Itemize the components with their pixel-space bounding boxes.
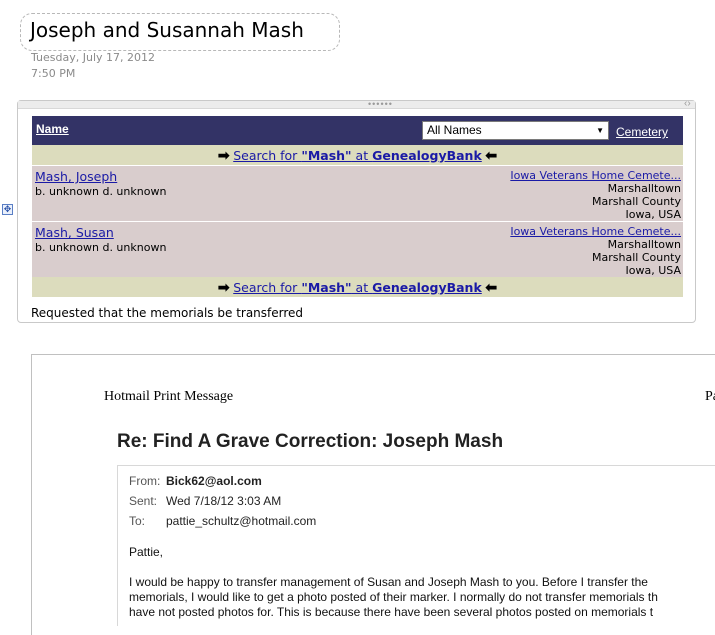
memorial-dates: b. unknown d. unknown: [35, 185, 167, 198]
email-greeting: Pattie,: [129, 545, 164, 559]
memorial-name-link[interactable]: Mash, Joseph: [35, 169, 117, 184]
arrow-left-icon: ⬅: [485, 279, 498, 295]
print-page-label: Pa: [705, 389, 715, 404]
table-row: Mash, Joseph b. unknown d. unknown Iowa …: [32, 165, 683, 221]
page-title[interactable]: Joseph and Susannah Mash: [30, 18, 304, 42]
cemetery-link[interactable]: Iowa Veterans Home Cemete...: [510, 169, 681, 182]
cemetery-state: Iowa, USA: [625, 208, 681, 221]
sent-value: Wed 7/18/12 3:03 AM: [166, 494, 282, 508]
cemetery-sort-link[interactable]: Cemetery: [616, 125, 668, 139]
drag-dots-icon: ••••••: [368, 99, 393, 109]
cemetery-county: Marshall County: [592, 195, 681, 208]
name-sort-link[interactable]: Name: [36, 122, 69, 136]
from-label: From:: [129, 474, 161, 488]
memorial-name-link[interactable]: Mash, Susan: [35, 225, 114, 240]
chevron-down-icon: ▼: [596, 126, 604, 135]
arrow-right-icon: ➡: [217, 279, 230, 295]
cemetery-link[interactable]: Iowa Veterans Home Cemete...: [510, 225, 681, 238]
from-value: Bick62@aol.com: [166, 474, 262, 488]
name-filter-select[interactable]: All Names ▼: [422, 121, 609, 140]
genealogybank-search-link[interactable]: Search for "Mash" at GenealogyBank: [233, 280, 482, 295]
email-body-line: memorials, I would like to get a photo p…: [129, 590, 658, 604]
email-body-line: I would be happy to transfer management …: [129, 575, 648, 589]
email-subject: Re: Find A Grave Correction: Joseph Mash: [117, 431, 504, 452]
genealogybank-search-link[interactable]: Search for "Mash" at GenealogyBank: [233, 148, 482, 163]
to-value: pattie_schultz@hotmail.com: [166, 514, 317, 528]
cemetery-city: Marshalltown: [607, 238, 681, 251]
genealogybank-search-row: ➡ Search for "Mash" at GenealogyBank ⬅: [32, 277, 683, 297]
arrow-right-icon: ➡: [217, 147, 230, 163]
table-row: Mash, Susan b. unknown d. unknown Iowa V…: [32, 221, 683, 277]
name-filter-value: All Names: [427, 123, 482, 137]
memorial-dates: b. unknown d. unknown: [35, 241, 167, 254]
container-drag-handle[interactable]: •••••• ‹›: [18, 98, 695, 109]
note-date: Tuesday, July 17, 2012: [31, 51, 156, 64]
to-label: To:: [129, 514, 146, 528]
note-time: 7:50 PM: [31, 67, 76, 80]
cemetery-county: Marshall County: [592, 251, 681, 264]
move-handle-icon[interactable]: ✥: [2, 204, 13, 215]
table-header: Name All Names ▼ Cemetery: [32, 116, 683, 145]
cemetery-city: Marshalltown: [607, 182, 681, 195]
resize-icon[interactable]: ‹›: [684, 98, 691, 109]
cemetery-state: Iowa, USA: [625, 264, 681, 277]
sent-label: Sent:: [129, 494, 158, 508]
arrow-left-icon: ⬅: [485, 147, 498, 163]
note-text[interactable]: Requested that the memorials be transfer…: [31, 306, 303, 320]
print-header: Hotmail Print Message: [104, 389, 234, 404]
genealogybank-search-row: ➡ Search for "Mash" at GenealogyBank ⬅: [32, 145, 683, 165]
search-results-table: Name All Names ▼ Cemetery ➡ Search for "…: [32, 116, 683, 297]
